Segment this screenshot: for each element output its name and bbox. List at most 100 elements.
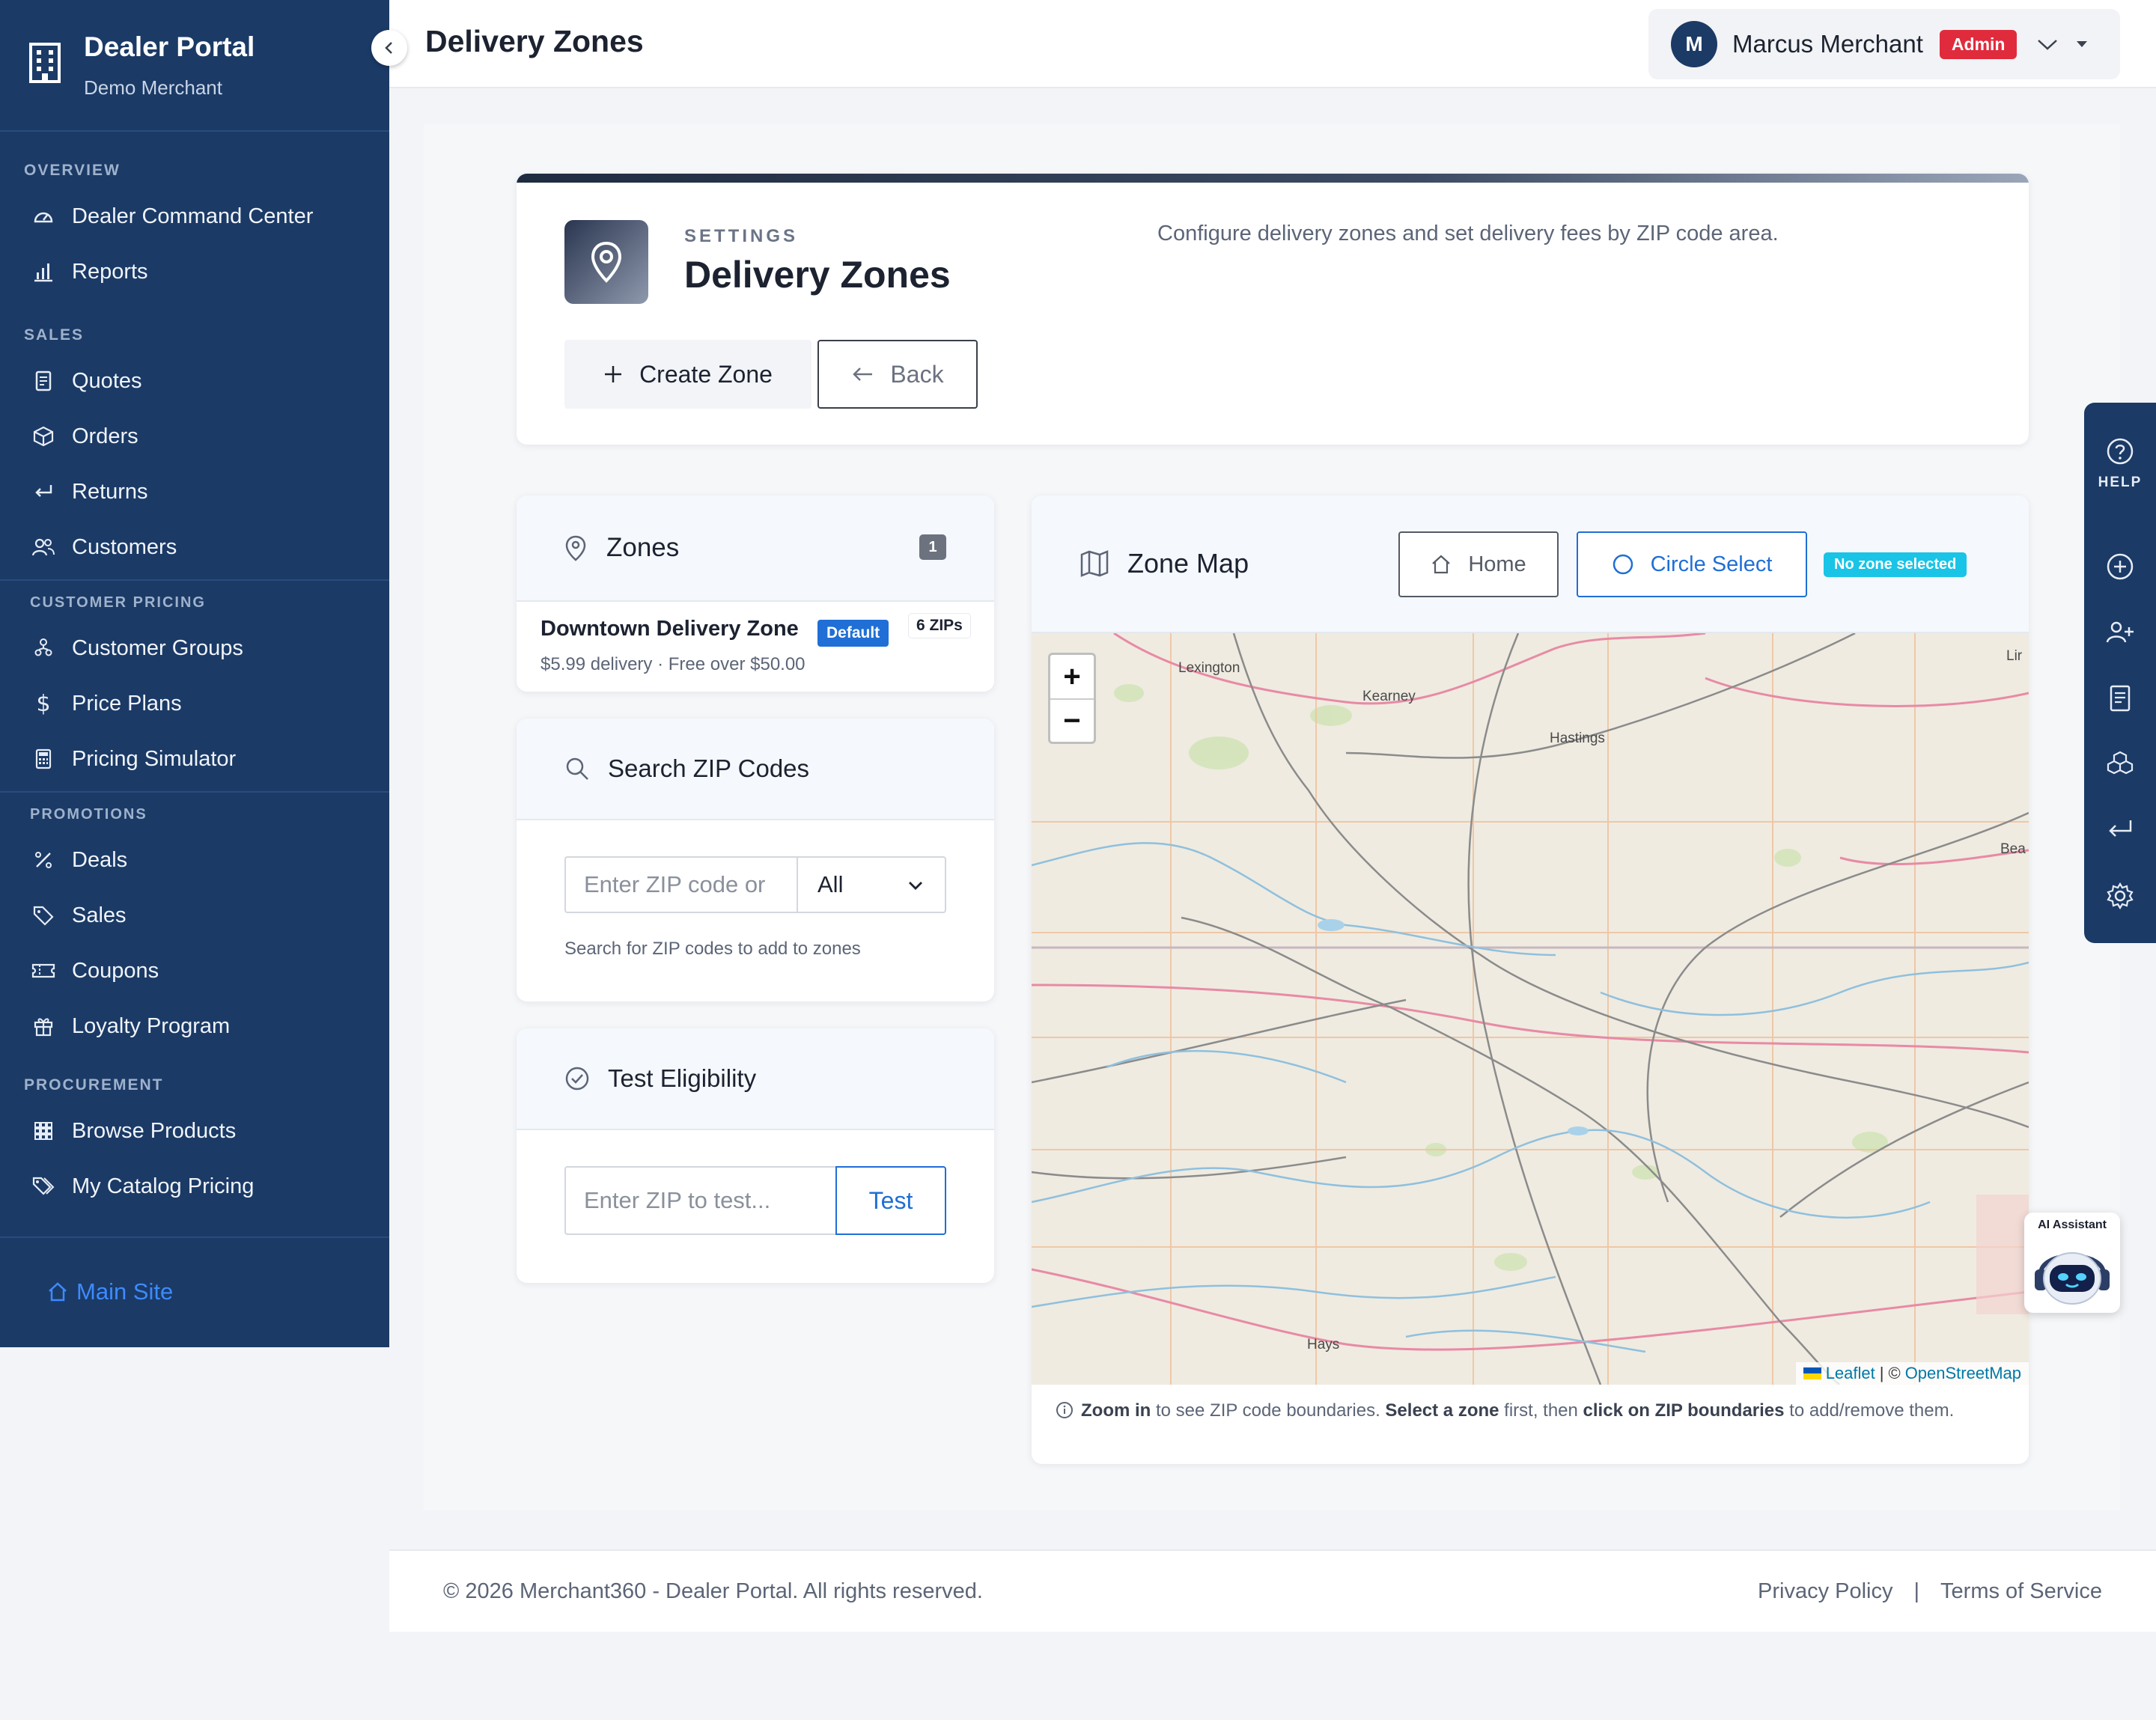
- avatar: M: [1671, 21, 1717, 67]
- note-text-1: to see ZIP code boundaries.: [1151, 1400, 1386, 1421]
- sidebar-item-returns[interactable]: Returns: [0, 464, 389, 519]
- rail-document-button[interactable]: [2084, 684, 2156, 713]
- boxes-icon: [2107, 751, 2134, 775]
- rail-return-button[interactable]: [2084, 816, 2156, 841]
- search-zip-panel: Search ZIP Codes All Search for ZIP code…: [517, 719, 994, 1001]
- brand-subtitle: Demo Merchant: [84, 76, 222, 99]
- ai-assistant-button[interactable]: AI Assistant: [2024, 1213, 2120, 1313]
- sidebar-footer: Main Site: [0, 1236, 389, 1347]
- sidebar-item-my-catalog-pricing[interactable]: My Catalog Pricing: [0, 1159, 389, 1214]
- rail-boxes-button[interactable]: [2084, 750, 2156, 778]
- rail-add-button[interactable]: [2084, 552, 2156, 581]
- note-text-2: first, then: [1499, 1400, 1583, 1421]
- help-button[interactable]: HELP: [2084, 437, 2156, 491]
- rail-add-user-button[interactable]: [2084, 618, 2156, 647]
- search-panel-header: Search ZIP Codes: [517, 719, 994, 820]
- map-pin-icon: [565, 535, 586, 561]
- attribution-copyright: ©: [1888, 1364, 1901, 1382]
- sidebar-item-label: Price Plans: [72, 691, 182, 716]
- brand-title: Dealer Portal: [84, 31, 255, 62]
- terms-of-service-link[interactable]: Terms of Service: [1940, 1579, 2102, 1604]
- test-panel-header: Test Eligibility: [517, 1028, 994, 1130]
- sidebar-item-customer-groups[interactable]: Customer Groups: [0, 620, 389, 676]
- user-menu[interactable]: M Marcus Merchant Admin: [1648, 9, 2120, 79]
- user-plus-icon: [2106, 621, 2134, 643]
- sidebar-item-loyalty-program[interactable]: Loyalty Program: [0, 998, 389, 1054]
- sidebar-section-overview: OVERVIEW Dealer Command Center Reports: [0, 132, 389, 299]
- privacy-policy-link[interactable]: Privacy Policy: [1758, 1579, 1893, 1604]
- map-home-button[interactable]: Home: [1398, 531, 1559, 597]
- home-icon: [1432, 555, 1451, 574]
- sidebar-item-browse-products[interactable]: Browse Products: [0, 1103, 389, 1159]
- sidebar-item-dealer-command-center[interactable]: Dealer Command Center: [0, 189, 389, 244]
- chevron-left-icon: [385, 42, 392, 54]
- zones-panel: Zones 1 Downtown Delivery Zone Default 6…: [517, 495, 994, 692]
- circle-icon: [1613, 554, 1633, 575]
- sidebar-item-coupons[interactable]: Coupons: [0, 943, 389, 998]
- map-attribution: Leaflet | © OpenStreetMap: [1795, 1362, 2029, 1385]
- default-badge: Default: [817, 620, 889, 647]
- create-zone-button[interactable]: Create Zone: [564, 340, 811, 409]
- sidebar-section-title: OVERVIEW: [24, 162, 121, 179]
- section-description: Configure delivery zones and set deliver…: [1157, 222, 1779, 246]
- footer-separator: |: [1913, 1579, 1920, 1603]
- map-label-bea: Bea: [2000, 841, 2026, 857]
- map-canvas[interactable]: Lexington Kearney Hastings Hays Lir Bea …: [1032, 633, 2029, 1385]
- map-pin-icon: [564, 220, 648, 304]
- copyright-text: © 2026 Merchant360 - Dealer Portal. All …: [443, 1579, 983, 1603]
- plus-circle-icon: [2107, 553, 2134, 580]
- page-header-card: SETTINGS Delivery Zones Configure delive…: [517, 174, 2029, 445]
- sidebar-item-pricing-simulator[interactable]: Pricing Simulator: [0, 731, 389, 787]
- sidebar-item-price-plans[interactable]: $ Price Plans: [0, 676, 389, 731]
- gift-icon: [31, 1014, 55, 1038]
- test-panel-title: Test Eligibility: [608, 1064, 757, 1092]
- note-bold-2: Select a zone: [1385, 1400, 1499, 1421]
- sidebar-item-label: Returns: [72, 479, 148, 504]
- percent-icon: [31, 848, 55, 872]
- test-zip-input[interactable]: [564, 1166, 837, 1235]
- sidebar-item-reports[interactable]: Reports: [0, 244, 389, 299]
- create-zone-label: Create Zone: [639, 360, 773, 388]
- sidebar-item-label: Quotes: [72, 368, 142, 393]
- zip-filter-value: All: [817, 871, 844, 897]
- openstreetmap-link[interactable]: OpenStreetMap: [1905, 1364, 2021, 1383]
- map-instructions: Zoom in to see ZIP code boundaries. Sele…: [1056, 1397, 2006, 1425]
- sidebar-item-customers[interactable]: Customers: [0, 519, 389, 575]
- main-site-link[interactable]: Main Site: [46, 1278, 173, 1305]
- sidebar-item-orders[interactable]: Orders: [0, 409, 389, 464]
- back-button[interactable]: Back: [817, 340, 978, 409]
- ai-assistant-label: AI Assistant: [2038, 1219, 2107, 1231]
- circle-select-button[interactable]: Circle Select: [1577, 531, 1807, 597]
- sidebar-item-deals[interactable]: Deals: [0, 832, 389, 888]
- sidebar-item-label: Loyalty Program: [72, 1013, 231, 1038]
- right-rail: HELP: [2084, 403, 2156, 943]
- leaflet-link[interactable]: Leaflet: [1826, 1364, 1875, 1383]
- user-name: Marcus Merchant: [1732, 30, 1923, 58]
- sidebar-section-sales: SALES Quotes Orders Returns Customers: [0, 299, 389, 581]
- test-button[interactable]: Test: [835, 1166, 946, 1235]
- document-icon: [2110, 685, 2131, 712]
- sidebar-item-label: Pricing Simulator: [72, 746, 237, 771]
- dollar-icon: $: [36, 690, 51, 717]
- map-label-lexington: Lexington: [1178, 660, 1240, 676]
- zoom-in-button[interactable]: +: [1050, 655, 1094, 698]
- check-circle-icon: [565, 1067, 589, 1091]
- zip-search-input[interactable]: [564, 856, 798, 913]
- back-label: Back: [890, 360, 944, 388]
- sidebar-item-sales[interactable]: Sales: [0, 888, 389, 943]
- zone-list-item[interactable]: Downtown Delivery Zone Default 6 ZIPs $5…: [517, 602, 994, 692]
- test-eligibility-panel: Test Eligibility Test: [517, 1028, 994, 1283]
- zoom-out-button[interactable]: −: [1050, 698, 1094, 742]
- zones-count-badge: 1: [919, 534, 946, 560]
- arrow-left-icon: [853, 368, 873, 381]
- note-bold-3: click on ZIP boundaries: [1583, 1400, 1785, 1421]
- sidebar-item-quotes[interactable]: Quotes: [0, 353, 389, 409]
- sidebar-collapse-button[interactable]: [371, 30, 407, 66]
- note-text-3: to add/remove them.: [1784, 1400, 1955, 1421]
- zones-title: Zones: [606, 533, 680, 562]
- section-title: Delivery Zones: [684, 254, 951, 296]
- rail-settings-button[interactable]: [2084, 882, 2156, 910]
- sidebar-section-title: PROCUREMENT: [24, 1076, 164, 1094]
- sidebar-item-label: My Catalog Pricing: [72, 1174, 255, 1198]
- zip-filter-select[interactable]: All: [797, 856, 946, 913]
